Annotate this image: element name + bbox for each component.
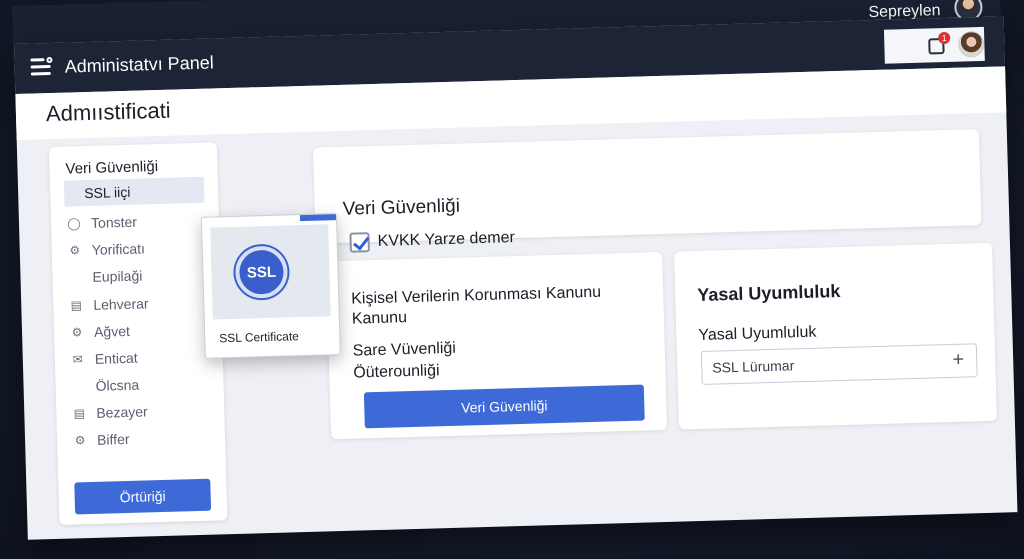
sidebar-item-lehverar[interactable]: ▤ Lehverar — [69, 289, 210, 319]
compliance-panel: Yasal Uyumluluk Yasal Uyumluluk + — [674, 242, 997, 430]
sidebar: Veri Güvenliği SSL iiçi ◯ Tonster ⚙ Yori… — [48, 142, 228, 525]
sidebar-item-bezayer[interactable]: ▤ Bezayer — [72, 397, 213, 427]
data-security-subtext: Öüterounliği — [353, 362, 440, 382]
top-panel-heading: Veri Güvenliği — [342, 195, 461, 220]
sidebar-action-button[interactable]: Örtüriği — [74, 478, 212, 515]
sidebar-item-label: Eupilaği — [92, 267, 143, 285]
sidebar-item-tonster[interactable]: ◯ Tonster — [67, 207, 208, 237]
sidebar-item-label: Ağvet — [93, 322, 131, 340]
kvkk-checkbox-label: KVKK Yarze demer — [377, 229, 516, 250]
screen: Sepreylen Administatvı Panel 1 Admııstif… — [0, 0, 1024, 559]
sidebar-item-label: Enticat — [94, 349, 138, 367]
ssl-certificate-card[interactable]: SSL SSL Certificate — [200, 213, 341, 359]
sidebar-item-label: SSL iiçi — [83, 183, 131, 202]
mail-icon: ✉ — [72, 352, 84, 367]
settings-icon: ⚙ — [74, 433, 86, 448]
data-security-text: Sare Vüvenliği — [352, 339, 457, 360]
cog-icon: ⚙ — [71, 325, 83, 340]
plus-icon[interactable]: + — [952, 349, 964, 372]
sidebar-item-agvet[interactable]: ⚙ Ağvet — [70, 316, 211, 346]
kvkk-checkbox[interactable] — [349, 232, 370, 253]
kvkk-title-cont: Kanunu — [351, 309, 408, 328]
sidebar-item-olcsna[interactable]: Ölcsna — [71, 370, 212, 400]
sidebar-item-label: Tonster — [90, 213, 138, 231]
kvkk-panel: Kişisel Verilerin Korunması Kanunu Kanun… — [326, 251, 668, 440]
printer-icon: ▤ — [73, 406, 86, 421]
ssl-image: SSL — [210, 224, 331, 320]
sidebar-item-eupilagi[interactable]: Eupilaği — [68, 261, 209, 291]
compliance-subtitle: Yasal Uyumluluk — [698, 323, 817, 345]
sidebar-item-label: Bezayer — [96, 403, 148, 421]
sidebar-item-label: Biffer — [96, 430, 130, 448]
data-security-button[interactable]: Veri Güvenliği — [363, 384, 645, 429]
card-accent-strip — [299, 214, 337, 222]
sidebar-item-label: Yorificatı — [91, 240, 146, 258]
compliance-field[interactable]: + — [700, 343, 978, 385]
page-title: Admııstificati — [45, 97, 171, 127]
menu-icon[interactable] — [30, 56, 53, 79]
sidebar-item-label: Ölcsna — [95, 376, 140, 394]
sidebar-item-biffer[interactable]: ⚙ Biffer — [73, 424, 214, 454]
ssl-seal-icon: SSL — [234, 245, 289, 299]
compliance-title: Yasal Uyumluluk — [696, 281, 841, 306]
sidebar-item-enticat[interactable]: ✉ Enticat — [70, 343, 211, 373]
chart-icon: ▤ — [70, 298, 83, 313]
sidebar-item-label: Lehverar — [93, 295, 149, 313]
kvkk-title: Kişisel Verilerin Korunması Kanunu — [351, 283, 602, 308]
admin-window: Administatvı Panel 1 Admııstificati Veri… — [14, 16, 1018, 540]
gear-icon: ⚙ — [69, 243, 81, 258]
sidebar-item-ssl[interactable]: SSL iiçi — [63, 176, 205, 207]
ssl-certificate-label: SSL Certificate — [219, 329, 300, 346]
lock-icon: ◯ — [67, 216, 81, 231]
top-panel-content: Veri Güvenliği — [313, 129, 981, 244]
sidebar-title: Veri Güvenliği — [65, 158, 159, 178]
compliance-input[interactable] — [711, 345, 933, 384]
sidebar-item-yorificati[interactable]: ⚙ Yorificatı — [67, 234, 208, 264]
app-title: Administatvı Panel — [64, 52, 214, 77]
